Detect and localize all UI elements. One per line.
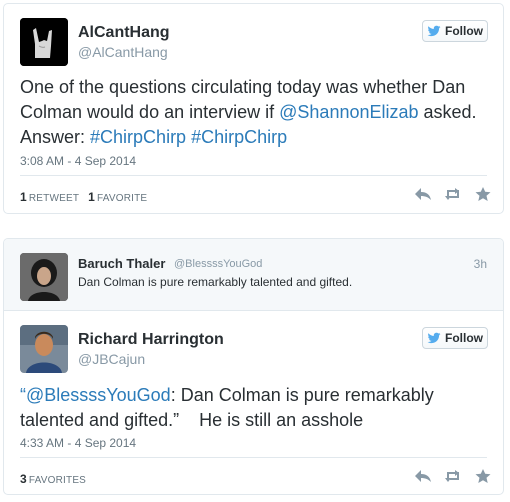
person-avatar-image [20, 325, 68, 373]
hashtag-link[interactable]: #ChirpChirp [90, 127, 186, 147]
follow-button[interactable]: Follow [422, 20, 488, 42]
tweet-actions [414, 468, 492, 484]
mention-link[interactable]: @ShannonElizab [279, 102, 418, 122]
parent-tweet[interactable]: Baruch Thaler @BlessssYouGod 3h Dan Colm… [4, 239, 503, 311]
follow-label: Follow [445, 331, 483, 345]
favorite-count[interactable]: 1 FAVORITE [88, 190, 147, 204]
parent-author-name[interactable]: Baruch Thaler [78, 256, 165, 271]
avatar[interactable] [20, 18, 68, 66]
favorite-count[interactable]: 3 FAVORITES [20, 472, 86, 486]
tweet-text: “@BlessssYouGod: Dan Colman is pure rema… [20, 383, 490, 433]
tweet-text: One of the questions circulating today w… [20, 75, 490, 150]
mention-link[interactable]: @BlessssYouGod [26, 385, 171, 405]
parent-tweet-text: Dan Colman is pure remarkably talented a… [78, 275, 353, 289]
tweet-stats: 3 FAVORITES [20, 472, 86, 486]
parent-tweet-time[interactable]: 3h [474, 257, 487, 271]
author-name[interactable]: AlCantHang [78, 24, 170, 42]
retweet-count[interactable]: 1 RETWEET [20, 190, 79, 204]
tweet-stats: 1 RETWEET 1 FAVORITE [20, 190, 147, 204]
favorite-icon[interactable] [474, 468, 492, 484]
follow-button[interactable]: Follow [422, 327, 488, 349]
tweet-card-richard-harrington: Baruch Thaler @BlessssYouGod 3h Dan Colm… [3, 238, 504, 495]
author-handle[interactable]: @AlCantHang [78, 44, 168, 60]
retweet-icon[interactable] [444, 186, 462, 202]
parent-avatar[interactable] [20, 253, 68, 301]
parent-author-handle[interactable]: @BlessssYouGod [174, 258, 262, 270]
author-name[interactable]: Richard Harrington [78, 331, 224, 349]
tweet-actions [414, 186, 492, 202]
person-avatar-image [20, 253, 68, 301]
author-handle[interactable]: @JBCajun [78, 351, 145, 367]
retweet-icon[interactable] [444, 468, 462, 484]
avatar[interactable] [20, 325, 68, 373]
tweet-timestamp[interactable]: 3:08 AM - 4 Sep 2014 [20, 154, 136, 168]
divider [20, 175, 487, 176]
reply-icon[interactable] [414, 468, 432, 484]
reply-icon[interactable] [414, 186, 432, 202]
hashtag-link-2[interactable]: #ChirpChirp [191, 127, 287, 147]
favorite-icon[interactable] [474, 186, 492, 202]
tweet-timestamp[interactable]: 4:33 AM - 4 Sep 2014 [20, 436, 136, 450]
divider [20, 457, 487, 458]
tweet-card-alcanthang: AlCantHang @AlCantHang Follow One of the… [3, 3, 504, 214]
twitter-bird-icon [427, 25, 441, 37]
twitter-bird-icon [427, 332, 441, 344]
follow-label: Follow [445, 24, 483, 38]
hand-horns-avatar-image [20, 18, 68, 66]
